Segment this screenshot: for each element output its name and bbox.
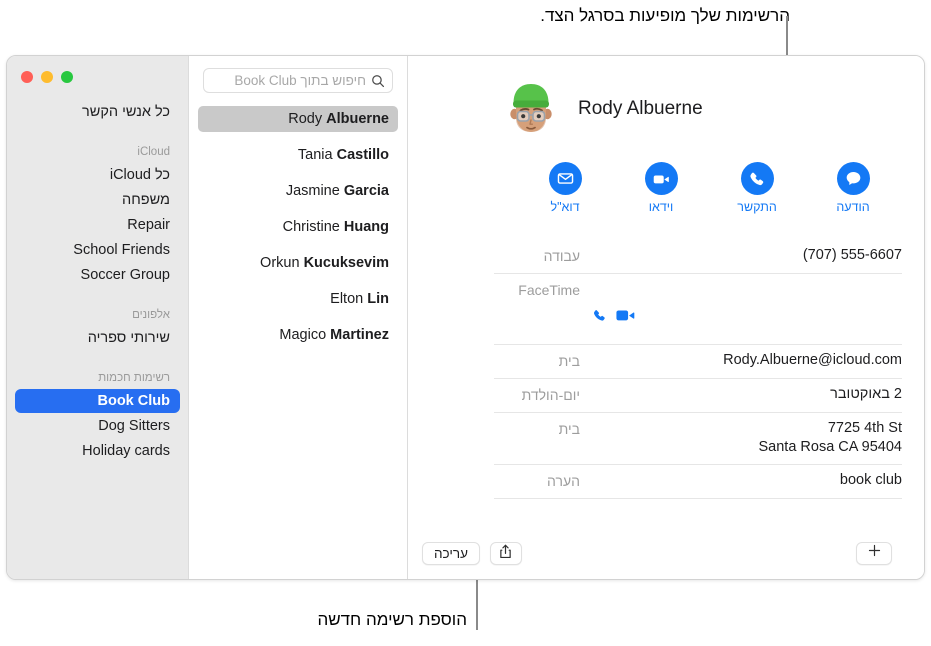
field-label-home-address: בית bbox=[558, 421, 580, 437]
sidebar-item-soccer-group[interactable]: Soccer Group bbox=[15, 263, 180, 287]
sidebar-item-repair[interactable]: Repair bbox=[15, 213, 180, 237]
contact-list-pane: חיפוש בתוך Book Club Rody Albuerne Tania… bbox=[188, 56, 408, 579]
action-message-label: הודעה bbox=[836, 200, 870, 214]
contact-last-name: Lin bbox=[367, 291, 389, 307]
edit-button[interactable]: עריכה bbox=[422, 541, 480, 565]
field-label-home-email: בית bbox=[558, 353, 580, 369]
field-row-home-email[interactable]: Rody.Albuerne@icloud.com בית bbox=[494, 345, 902, 379]
share-button[interactable] bbox=[489, 541, 522, 565]
action-mail-button[interactable]: דוא"ל bbox=[535, 162, 595, 214]
sidebar-item-library-services[interactable]: שירותי ספריה bbox=[15, 326, 180, 350]
facetime-video-icon[interactable] bbox=[616, 290, 635, 328]
contact-last-name: Kucuksevim bbox=[303, 255, 389, 271]
field-value-note: book club bbox=[839, 472, 902, 488]
sidebar-item-all-icloud[interactable]: כל iCloud bbox=[15, 163, 180, 187]
sidebar-item-dog-sitters[interactable]: Dog Sitters bbox=[15, 414, 180, 438]
mail-icon bbox=[548, 162, 582, 195]
plus-icon bbox=[868, 544, 881, 562]
contacts-window: Rody Albuerne הודעה התקשר וידאו דוא"ל (7… bbox=[6, 55, 925, 580]
sidebar-group-header-icloud: iCloud bbox=[137, 146, 170, 158]
share-icon bbox=[499, 544, 512, 562]
facetime-audio-icon[interactable] bbox=[592, 289, 607, 329]
search-wrapper: חיפוש בתוך Book Club bbox=[189, 68, 407, 93]
contact-first-name: Jasmine bbox=[285, 183, 344, 199]
contact-last-name: Garcia bbox=[343, 183, 389, 199]
add-list-button[interactable] bbox=[856, 541, 892, 565]
action-call-button[interactable]: התקשר bbox=[727, 162, 787, 214]
field-row-birthday[interactable]: 2 באוקטובר יום-הולדת bbox=[494, 379, 902, 413]
list-item[interactable]: Tania Castillo bbox=[198, 142, 398, 168]
contact-last-name: Castillo bbox=[336, 147, 389, 163]
contact-last-name: Huang bbox=[343, 219, 389, 235]
search-placeholder: חיפוש בתוך Book Club bbox=[234, 73, 366, 88]
field-value-birthday: 2 באוקטובר bbox=[830, 386, 902, 402]
field-row-home-address[interactable]: 7725 4th St Santa Rosa CA 95404 בית bbox=[494, 413, 902, 465]
list-item[interactable]: Elton Lin bbox=[198, 286, 398, 312]
window-close-button[interactable] bbox=[21, 71, 33, 83]
action-mail-label: דוא"ל bbox=[550, 200, 580, 214]
field-row-facetime[interactable]: FaceTime bbox=[494, 274, 902, 345]
screenshot-stage: הרשימות שלך מופיעות בסרגל הצד. הוספת רשי… bbox=[0, 0, 931, 646]
sidebar-item-family[interactable]: משפחה bbox=[15, 188, 180, 212]
contact-detail-header: Rody Albuerne bbox=[408, 56, 924, 140]
avatar[interactable] bbox=[500, 78, 562, 140]
window-traffic-lights bbox=[21, 71, 73, 83]
search-input[interactable]: חיפוש בתוך Book Club bbox=[203, 68, 393, 93]
sidebar-group-header-directories: אלפונים bbox=[132, 309, 170, 321]
field-value-home-address: 7725 4th St Santa Rosa CA 95404 bbox=[758, 420, 903, 455]
sidebar-group-header-smart-lists: רשימות חכמות bbox=[98, 372, 170, 384]
window-minimize-button[interactable] bbox=[41, 71, 53, 83]
sidebar-scroll-area: כל אנשי הקשר iCloud כל iCloud משפחה Repa… bbox=[7, 64, 188, 463]
field-row-note[interactable]: book club הערה bbox=[494, 465, 902, 499]
list-item[interactable]: Jasmine Garcia bbox=[198, 178, 398, 204]
sidebar-item-all-contacts[interactable]: כל אנשי הקשר bbox=[15, 100, 180, 124]
contact-first-name: Rody bbox=[288, 111, 327, 127]
list-item[interactable]: Magico Martinez bbox=[198, 322, 398, 348]
phone-icon bbox=[740, 162, 774, 195]
quick-action-row: הודעה התקשר וידאו דוא"ל bbox=[408, 162, 924, 214]
field-value-work-phone: (707) 555-6607 bbox=[802, 247, 902, 263]
field-label-work-phone: עבודה bbox=[543, 248, 580, 264]
contact-last-name: Albuerne bbox=[326, 111, 389, 127]
annotation-top-text: הרשימות שלך מופיעות בסרגל הצד. bbox=[540, 6, 790, 25]
field-label-facetime: FaceTime bbox=[518, 282, 580, 298]
contact-last-name: Martinez bbox=[330, 327, 389, 343]
contact-first-name: Elton bbox=[330, 291, 368, 307]
contact-first-name: Magico bbox=[279, 327, 331, 343]
contact-detail-pane: Rody Albuerne הודעה התקשר וידאו דוא"ל (7… bbox=[408, 56, 924, 579]
field-label-note: הערה bbox=[547, 473, 580, 489]
action-call-label: התקשר bbox=[737, 200, 777, 214]
contact-full-name: Rody Albuerne bbox=[578, 98, 703, 119]
field-label-birthday: יום-הולדת bbox=[521, 387, 580, 403]
contact-first-name: Tania bbox=[297, 147, 337, 163]
annotation-bottom-text: הוספת רשימה חדשה bbox=[317, 610, 467, 629]
sidebar-item-book-club[interactable]: Book Club bbox=[15, 389, 180, 413]
field-value-home-email: Rody.Albuerne@icloud.com bbox=[723, 352, 902, 368]
action-message-button[interactable]: הודעה bbox=[823, 162, 883, 214]
contact-first-name: Orkun bbox=[260, 255, 304, 271]
list-item[interactable]: Christine Huang bbox=[198, 214, 398, 240]
field-row-work-phone[interactable]: (707) 555-6607 עבודה bbox=[494, 240, 902, 274]
action-video-button[interactable]: וידאו bbox=[631, 162, 691, 214]
contact-first-name: Christine bbox=[282, 219, 344, 235]
contact-rows: Rody Albuerne Tania Castillo Jasmine Gar… bbox=[189, 106, 407, 348]
window-zoom-button[interactable] bbox=[61, 71, 73, 83]
sidebar: כל אנשי הקשר iCloud כל iCloud משפחה Repa… bbox=[7, 56, 188, 579]
facetime-action-icons[interactable] bbox=[592, 299, 902, 321]
sidebar-item-holiday-cards[interactable]: Holiday cards bbox=[15, 439, 180, 463]
list-item[interactable]: Rody Albuerne bbox=[198, 106, 398, 132]
message-icon bbox=[836, 162, 870, 195]
detail-bottom-toolbar: עריכה bbox=[408, 527, 924, 579]
toolbar-button-group: עריכה bbox=[422, 541, 522, 565]
sidebar-item-school-friends[interactable]: School Friends bbox=[15, 238, 180, 262]
action-video-label: וידאו bbox=[648, 200, 674, 214]
video-icon bbox=[644, 162, 678, 195]
contact-fields-list: (707) 555-6607 עבודה FaceTime Rody.Albue… bbox=[494, 240, 902, 499]
list-item[interactable]: Orkun Kucuksevim bbox=[198, 250, 398, 276]
search-icon bbox=[371, 74, 385, 88]
